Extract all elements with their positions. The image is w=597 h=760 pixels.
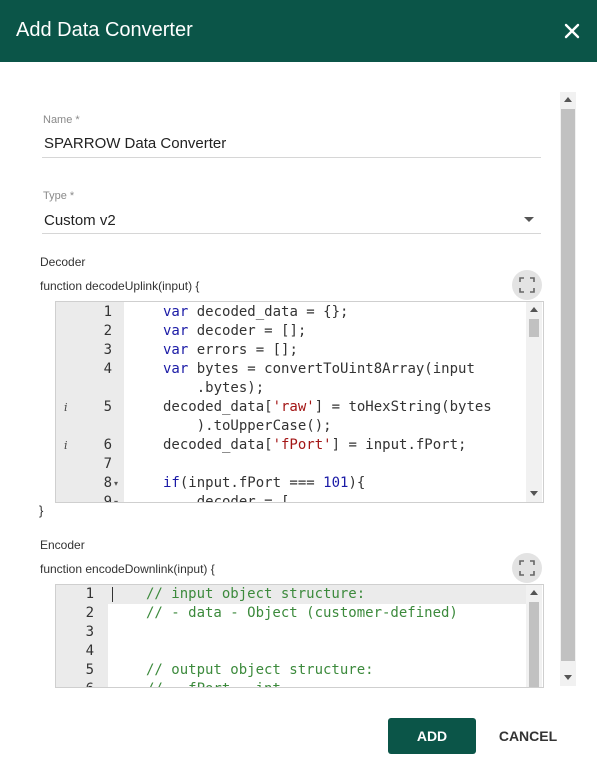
decoder-closing-brace: } bbox=[39, 503, 44, 518]
encoder-fullscreen-button[interactable] bbox=[512, 553, 542, 583]
code-token: // - data - Object (customer-defined) bbox=[146, 605, 458, 621]
code-token: 101 bbox=[323, 475, 349, 491]
text-cursor bbox=[112, 587, 113, 602]
code-token: var bbox=[163, 361, 189, 377]
chevron-down-icon[interactable] bbox=[524, 217, 534, 222]
scroll-up-icon[interactable] bbox=[530, 590, 538, 595]
code-line: ).toUpperCase(); bbox=[163, 417, 332, 436]
code-token: ).toUpperCase(); bbox=[163, 418, 332, 434]
line-number: 3 bbox=[103, 342, 112, 358]
close-icon[interactable] bbox=[560, 19, 584, 43]
encoder-code-editor[interactable]: 1 // input object structure: 2 // - data - … bbox=[55, 584, 544, 688]
fullscreen-icon bbox=[519, 560, 535, 576]
code-line: decoded_data['raw'] = toHexString(bytes bbox=[163, 398, 492, 417]
type-select[interactable]: Custom v2 bbox=[44, 212, 116, 229]
line-number: 2 bbox=[85, 605, 94, 621]
fold-arrow-icon[interactable]: ▾ bbox=[114, 498, 118, 502]
code-token: // - fPort - int bbox=[146, 681, 281, 687]
code-line: var decoder = []; bbox=[163, 322, 306, 341]
code-token: .bytes); bbox=[163, 380, 265, 396]
line-number: 6 bbox=[56, 680, 94, 687]
line-number: 1 bbox=[85, 586, 94, 602]
line-number: 2 bbox=[103, 323, 112, 339]
code-line: .bytes); bbox=[163, 379, 264, 398]
code-line: decoder = [ bbox=[163, 493, 290, 503]
dialog-header: Add Data Converter bbox=[0, 0, 597, 62]
line-number: 3 bbox=[85, 624, 94, 640]
decoder-fullscreen-button[interactable] bbox=[512, 270, 542, 300]
code-token: decoder = [ bbox=[163, 494, 290, 503]
code-token: decoded_data = {}; bbox=[188, 304, 349, 320]
code-line: // input object structure: bbox=[146, 585, 365, 604]
encoder-label: Encoder bbox=[40, 538, 85, 552]
encoder-signature: function encodeDownlink(input) { bbox=[40, 562, 215, 576]
code-token: if bbox=[163, 475, 180, 491]
scroll-up-icon[interactable] bbox=[564, 97, 572, 102]
decoder-scroll-thumb[interactable] bbox=[529, 319, 539, 337]
line-number: 8 bbox=[103, 475, 112, 491]
code-token: var bbox=[163, 342, 189, 358]
info-annotation-icon[interactable]: i bbox=[64, 401, 68, 414]
code-line: var errors = []; bbox=[163, 341, 298, 360]
fullscreen-icon bbox=[519, 277, 535, 293]
type-label: Type * bbox=[43, 190, 75, 202]
code-token: bytes = convertToUint8Array(input bbox=[188, 361, 475, 377]
dialog-title: Add Data Converter bbox=[16, 19, 193, 41]
name-underline bbox=[42, 157, 541, 158]
dialog-scroll-thumb[interactable] bbox=[561, 109, 575, 661]
code-token: // output object structure: bbox=[146, 662, 374, 678]
encoder-scrollbar[interactable] bbox=[526, 585, 542, 687]
code-token: // input object structure: bbox=[146, 586, 366, 602]
decoder-label: Decoder bbox=[40, 255, 86, 269]
code-line: var decoded_data = {}; bbox=[163, 303, 348, 322]
code-line: decoded_data['fPort'] = input.fPort; bbox=[163, 436, 466, 455]
code-line: // - fPort - int bbox=[146, 680, 281, 687]
code-line: // output object structure: bbox=[146, 661, 374, 680]
scroll-down-icon[interactable] bbox=[564, 675, 572, 680]
type-underline bbox=[42, 233, 541, 234]
code-line: if(input.fPort === 101){ bbox=[163, 474, 365, 493]
line-number: 1 bbox=[103, 304, 112, 320]
scroll-down-icon[interactable] bbox=[530, 491, 538, 496]
decoder-code-editor[interactable]: 1 var decoded_data = {}; 2 var decoder = []… bbox=[55, 301, 544, 503]
code-line: var bytes = convertToUint8Array(input bbox=[163, 360, 475, 379]
line-number: 7 bbox=[103, 456, 112, 472]
code-token: var bbox=[163, 304, 189, 320]
code-token: errors = []; bbox=[188, 342, 298, 358]
info-annotation-icon[interactable]: i bbox=[64, 439, 68, 452]
encoder-scroll-thumb[interactable] bbox=[529, 602, 539, 687]
code-token: ] = toHexString(bytes bbox=[314, 399, 492, 415]
line-number: 4 bbox=[85, 643, 94, 659]
add-button[interactable]: ADD bbox=[388, 718, 476, 754]
code-token: 'fPort' bbox=[272, 437, 332, 453]
code-token: decoded_data[ bbox=[163, 437, 273, 453]
code-token: ){ bbox=[348, 475, 366, 491]
scroll-up-icon[interactable] bbox=[530, 307, 538, 312]
cancel-button[interactable]: CANCEL bbox=[490, 718, 566, 754]
code-token: (input.fPort === bbox=[179, 475, 324, 491]
decoder-signature: function decodeUplink(input) { bbox=[40, 279, 200, 293]
decoder-scrollbar[interactable] bbox=[526, 302, 542, 502]
code-token: var bbox=[163, 323, 189, 339]
code-token: ] = input.fPort; bbox=[331, 437, 467, 453]
fold-arrow-icon[interactable]: ▾ bbox=[114, 479, 118, 488]
line-number: 9 bbox=[103, 494, 112, 503]
line-number: 5 bbox=[85, 662, 94, 678]
code-token: decoded_data[ bbox=[163, 399, 273, 415]
code-token: 'raw' bbox=[272, 399, 315, 415]
code-line: // - data - Object (customer-defined) bbox=[146, 604, 458, 623]
name-input[interactable]: SPARROW Data Converter bbox=[44, 135, 226, 152]
line-number: 4 bbox=[103, 361, 112, 377]
name-label: Name * bbox=[43, 114, 80, 126]
code-token: decoder = []; bbox=[188, 323, 307, 339]
dialog-scrollbar[interactable] bbox=[560, 92, 576, 686]
